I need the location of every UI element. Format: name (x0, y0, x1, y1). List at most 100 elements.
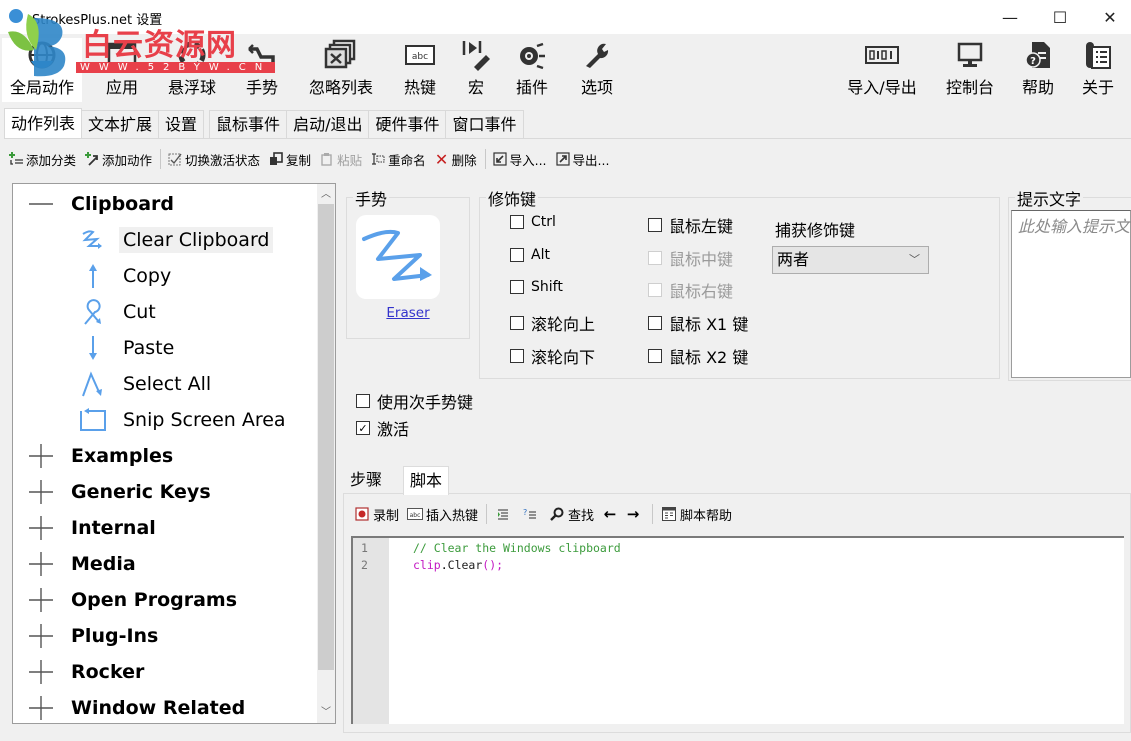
record-button[interactable]: 录制 (354, 505, 399, 524)
comment-button[interactable]: ? (522, 506, 541, 522)
shift-checkbox[interactable]: Shift (510, 279, 563, 295)
scroll-up-icon[interactable]: ︿ (317, 186, 335, 203)
minimize-button[interactable]: — (985, 0, 1035, 34)
expand-icon[interactable] (29, 660, 53, 684)
add-action-button[interactable]: 添加动作 (84, 150, 152, 169)
maximize-button[interactable]: ☐ (1035, 0, 1085, 34)
expand-icon[interactable] (29, 552, 53, 576)
checkbox-box[interactable] (356, 394, 370, 408)
tree-category-open-programs[interactable]: Open Programs (13, 582, 313, 618)
ribbon-console[interactable]: 控制台 (942, 38, 998, 102)
tree-category-clipboard[interactable]: Clipboard (13, 186, 313, 222)
wheel-up-checkbox[interactable]: 滚轮向上 (510, 311, 595, 335)
tab-hardware-events[interactable]: 硬件事件 (368, 110, 447, 138)
tree-action-snip-screen-area[interactable]: Snip Screen Area (13, 402, 313, 438)
checkbox-box[interactable]: ✓ (356, 421, 370, 435)
checkbox-box[interactable] (648, 218, 662, 232)
close-button[interactable]: ✕ (1085, 0, 1131, 34)
right-mouse-checkbox[interactable]: 鼠标右键 (648, 278, 733, 302)
expand-icon[interactable] (29, 444, 53, 468)
ribbon-import-export[interactable]: 导入/导出 (842, 38, 922, 102)
tree-action-select-all[interactable]: Select All (13, 366, 313, 402)
checkbox-box[interactable] (648, 349, 662, 363)
ribbon-macros[interactable]: 宏 (458, 38, 494, 102)
capture-modifiers-select[interactable]: 两者 ﹀ (772, 246, 929, 274)
ribbon-help[interactable]: ? 帮助 (1018, 38, 1058, 102)
add-category-button[interactable]: 添加分类 (8, 150, 76, 169)
tab-startup-exit[interactable]: 启动/退出 (286, 110, 370, 138)
import-button[interactable]: 导入... (492, 150, 547, 169)
tree-category-plug-ins[interactable]: Plug-Ins (13, 618, 313, 654)
tab-mouse-events[interactable]: 鼠标事件 (209, 110, 288, 138)
ribbon-plugins[interactable]: 插件 (512, 38, 552, 102)
ribbon-apps[interactable]: 应用 (100, 38, 144, 102)
expand-icon[interactable] (29, 588, 53, 612)
rename-button[interactable]: 重命名 (370, 150, 426, 169)
scroll-down-icon[interactable]: ﹀ (317, 704, 335, 721)
indent-button[interactable] (495, 506, 514, 522)
secondary-gesture-key-checkbox[interactable]: 使用次手势键 (356, 389, 473, 413)
checkbox-box[interactable] (510, 248, 524, 262)
checkbox-box[interactable] (510, 215, 524, 229)
tree-scrollbar[interactable]: ︿ ﹀ (317, 184, 335, 723)
checkbox-box[interactable] (510, 349, 524, 363)
checkbox-box[interactable] (648, 251, 662, 265)
wheel-down-checkbox[interactable]: 滚轮向下 (510, 344, 595, 368)
x2-mouse-checkbox[interactable]: 鼠标 X2 键 (648, 344, 748, 368)
tab-steps[interactable]: 步骤 (344, 466, 388, 494)
tree-category-examples[interactable]: Examples (13, 438, 313, 474)
ctrl-checkbox[interactable]: Ctrl (510, 214, 556, 230)
copy-button[interactable]: 复制 (268, 150, 311, 169)
forward-button[interactable]: → (625, 505, 644, 523)
tab-text-expansion[interactable]: 文本扩展 (81, 110, 160, 138)
hint-text-input[interactable]: 此处输入提示文字 (1011, 210, 1131, 378)
script-help-button[interactable]: 脚本帮助 (661, 505, 732, 524)
checkbox-box[interactable] (648, 283, 662, 297)
collapse-icon[interactable] (29, 192, 53, 216)
ribbon-global-actions[interactable]: 全局动作 (2, 38, 82, 102)
tree-category-window-related[interactable]: Window Related (13, 690, 313, 723)
scrollbar-thumb[interactable] (318, 204, 334, 670)
expand-icon[interactable] (29, 624, 53, 648)
toggle-active-button[interactable]: 切换激活状态 (167, 150, 260, 169)
tree-category-internal[interactable]: Internal (13, 510, 313, 546)
alt-checkbox[interactable]: Alt (510, 247, 550, 263)
paste-button[interactable]: 粘贴 (319, 150, 362, 169)
back-button[interactable]: ← (602, 505, 621, 523)
tree-action-paste[interactable]: Paste (13, 330, 313, 366)
tab-action-list[interactable]: 动作列表 (4, 108, 83, 138)
tab-script[interactable]: 脚本 (403, 466, 450, 495)
active-checkbox[interactable]: ✓ 激活 (356, 416, 409, 440)
tree-category-generic-keys[interactable]: Generic Keys (13, 474, 313, 510)
expand-icon[interactable] (29, 696, 53, 720)
ribbon-hotkeys[interactable]: abc 热键 (400, 38, 440, 102)
checkbox-box[interactable] (648, 316, 662, 330)
tree-category-rocker[interactable]: Rocker (13, 654, 313, 690)
middle-mouse-checkbox[interactable]: 鼠标中键 (648, 246, 733, 270)
find-button[interactable]: 查找 (549, 505, 594, 524)
expand-icon[interactable] (29, 480, 53, 504)
checkbox-box[interactable] (510, 280, 524, 294)
ribbon-about[interactable]: 关于 (1078, 38, 1118, 102)
tree-action-cut[interactable]: Cut (13, 294, 313, 330)
tree-action-copy[interactable]: Copy (13, 258, 313, 294)
expand-icon[interactable] (29, 516, 53, 540)
ribbon-options[interactable]: 选项 (576, 38, 618, 102)
export-button[interactable]: 导出... (555, 150, 609, 169)
tab-window-events[interactable]: 窗口事件 (445, 110, 524, 138)
insert-hotkey-button[interactable]: abc 插入热键 (407, 505, 478, 524)
x1-mouse-checkbox[interactable]: 鼠标 X1 键 (648, 311, 748, 335)
tree-category-media[interactable]: Media (13, 546, 313, 582)
ribbon-gestures[interactable]: 手势 (242, 38, 282, 102)
checkbox-box[interactable] (510, 316, 524, 330)
gesture-name-link[interactable]: Eraser (347, 305, 469, 321)
tree-action-clear-clipboard[interactable]: Clear Clipboard (13, 222, 313, 258)
delete-button[interactable]: ✕ 删除 (434, 150, 477, 169)
gesture-preview[interactable] (356, 215, 440, 299)
ribbon-floating-ball[interactable]: 悬浮球 (162, 38, 222, 102)
rename-icon (370, 151, 386, 167)
tab-settings[interactable]: 设置 (158, 110, 205, 138)
left-mouse-checkbox[interactable]: 鼠标左键 (648, 213, 733, 237)
script-editor[interactable]: 1 2 // Clear the Windows clipboard clip.… (351, 536, 1124, 724)
ribbon-ignore-list[interactable]: 忽略列表 (304, 38, 378, 102)
